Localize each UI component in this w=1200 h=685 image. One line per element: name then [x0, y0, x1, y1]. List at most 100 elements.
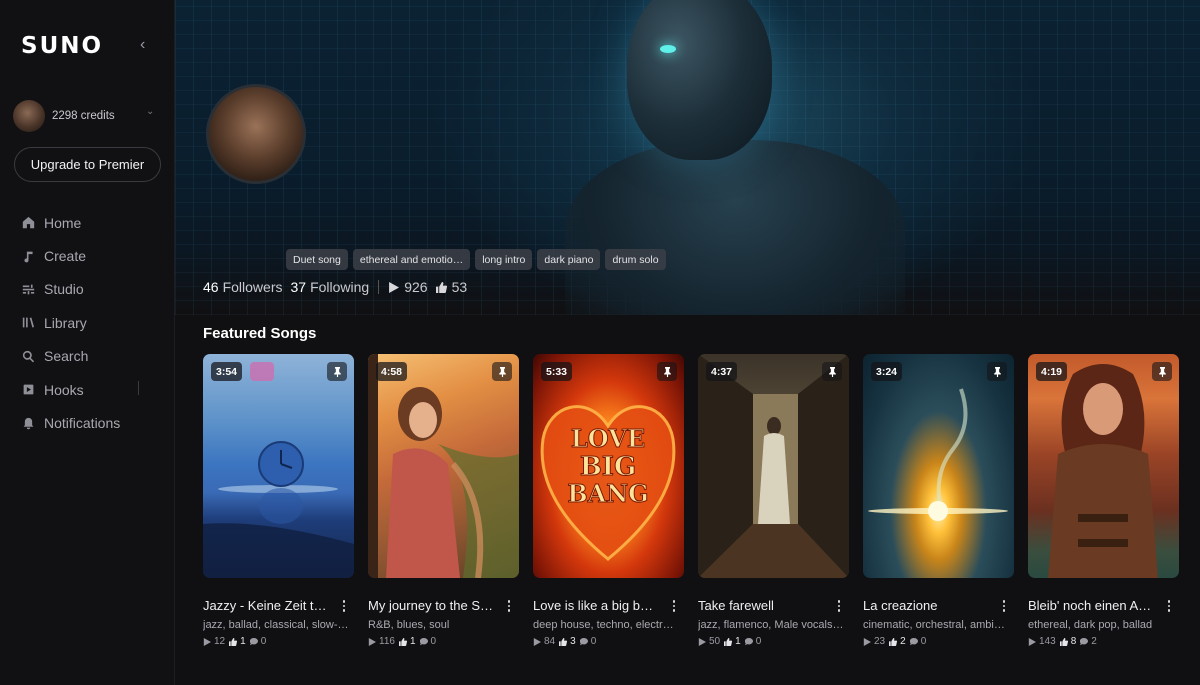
pin-icon[interactable] — [492, 362, 512, 381]
tag-chip[interactable]: long intro — [475, 249, 533, 270]
sidebar-item-create[interactable]: Create — [20, 239, 170, 272]
featured-songs-heading: Featured Songs — [203, 325, 317, 342]
chevron-down-icon: ⌄ — [146, 106, 155, 117]
followers-label[interactable]: Followers — [223, 279, 283, 295]
song-card[interactable]: 4:19 Bleib' noch einen A… ethereal, dark… — [1028, 354, 1179, 647]
following-label[interactable]: Following — [310, 279, 369, 295]
pin-icon[interactable] — [1152, 362, 1172, 381]
song-title[interactable]: La creazione — [863, 598, 988, 613]
sidebar-item-hooks[interactable]: Hooks — [20, 373, 170, 406]
cover-art-clock — [203, 441, 354, 578]
more-options-icon[interactable] — [338, 598, 350, 614]
song-title[interactable]: Love is like a big ba… — [533, 598, 658, 613]
song-title[interactable]: Take farewell — [698, 598, 823, 613]
plays-count: 926 — [404, 279, 428, 295]
upgrade-button[interactable]: Upgrade to Premier — [14, 147, 161, 182]
sidebar-item-notifications[interactable]: Notifications — [20, 406, 170, 439]
cover-text-line2: BIG — [580, 452, 636, 482]
more-options-icon[interactable] — [833, 598, 845, 614]
pin-icon[interactable] — [822, 362, 842, 381]
cover-text-line1: LOVE — [571, 424, 645, 453]
library-icon — [20, 315, 36, 331]
play-count: 12 — [214, 636, 226, 647]
more-options-icon[interactable] — [503, 598, 515, 614]
song-genre: deep house, techno, electr… — [533, 619, 674, 631]
thumbs-up-icon — [1059, 637, 1068, 646]
song-card[interactable]: 3:54 Jazzy - Keine Zeit t… jazz, ballad,… — [203, 354, 354, 647]
thumbs-up-icon — [724, 637, 733, 646]
thumbs-up-icon — [889, 637, 898, 646]
song-stats: 12 1 0 — [203, 636, 354, 647]
more-options-icon[interactable] — [998, 598, 1010, 614]
more-options-icon[interactable] — [668, 598, 680, 614]
thumbs-up-icon — [398, 637, 407, 646]
comment-icon — [419, 637, 428, 645]
bell-icon — [20, 415, 36, 431]
user-account-menu[interactable]: 2298 credits ⌄ — [13, 100, 163, 132]
play-icon — [533, 637, 541, 646]
comment-icon — [1080, 637, 1089, 645]
sidebar-item-home[interactable]: Home — [20, 206, 170, 239]
sidebar-item-label: Search — [44, 348, 89, 365]
play-count: 50 — [709, 636, 721, 647]
play-count: 116 — [379, 636, 395, 647]
song-card[interactable]: LOVE BIG BANG 5:33 Love is like a big ba… — [533, 354, 684, 647]
tag-chip[interactable]: Duet song — [286, 249, 348, 270]
sidebar-item-studio[interactable]: Studio — [20, 273, 170, 306]
sidebar-item-label: Studio — [44, 281, 84, 298]
tag-chip[interactable]: ethereal and emotio… — [352, 249, 471, 270]
song-card[interactable]: 3:24 La creazione cinematic, orchestral,… — [863, 354, 1014, 647]
banner-figure-head — [627, 0, 772, 160]
sidebar: SUNO ‹ 2298 credits ⌄ Upgrade to Premier… — [0, 0, 175, 685]
pin-icon[interactable] — [987, 362, 1007, 381]
song-stats: 116 1 0 — [368, 636, 519, 647]
play-icon — [698, 637, 706, 646]
banner-figure-body — [565, 140, 905, 315]
song-cover[interactable]: 4:19 — [1028, 354, 1179, 578]
likes-count: 53 — [451, 279, 468, 295]
song-stats: 143 8 2 — [1028, 636, 1179, 647]
pin-icon[interactable] — [657, 362, 677, 381]
sidebar-item-search[interactable]: Search — [20, 340, 170, 373]
song-genre: jazz, flamenco, Male vocals,… — [698, 619, 846, 631]
song-cover[interactable]: 3:24 — [863, 354, 1014, 578]
song-card[interactable]: 4:37 Take farewell jazz, flamenco, Male … — [698, 354, 849, 647]
song-genre: ethereal, dark pop, ballad — [1028, 619, 1153, 631]
profile-avatar[interactable] — [206, 84, 306, 184]
followers-count[interactable]: 46 — [203, 279, 219, 295]
home-icon — [20, 215, 36, 231]
play-icon — [368, 637, 376, 646]
suno-logo[interactable]: SUNO — [21, 33, 103, 59]
duration-badge: 3:54 — [211, 362, 243, 381]
search-icon — [20, 348, 36, 364]
song-cover[interactable]: 4:37 — [698, 354, 849, 578]
play-count: 84 — [544, 636, 556, 647]
tag-chip[interactable]: dark piano — [537, 249, 601, 270]
like-count: 3 — [570, 636, 576, 647]
music-note-icon — [20, 248, 36, 264]
sidebar-item-library[interactable]: Library — [20, 306, 170, 339]
song-cover[interactable]: 3:54 — [203, 354, 354, 578]
song-card[interactable]: 4:58 My journey to the S… R&B, blues, so… — [368, 354, 519, 647]
duration-badge: 5:33 — [541, 362, 573, 381]
song-title[interactable]: Bleib' noch einen A… — [1028, 598, 1153, 613]
duration-badge: 4:58 — [376, 362, 408, 381]
song-cover[interactable]: 4:58 — [368, 354, 519, 578]
pin-icon[interactable] — [327, 362, 347, 381]
divider — [138, 381, 139, 395]
like-count: 1 — [735, 636, 741, 647]
banner-eye-glow — [660, 45, 676, 53]
duration-badge: 3:24 — [871, 362, 903, 381]
song-cover[interactable]: LOVE BIG BANG 5:33 — [533, 354, 684, 578]
comment-count: 2 — [1091, 636, 1097, 647]
collapse-sidebar-icon[interactable]: ‹ — [140, 36, 145, 54]
following-count[interactable]: 37 — [290, 279, 306, 295]
song-title[interactable]: Jazzy - Keine Zeit t… — [203, 598, 328, 613]
comment-count: 0 — [430, 636, 437, 647]
tag-chip[interactable]: drum solo — [605, 249, 666, 270]
profile-stats: 46 Followers 37 Following 926 53 — [203, 279, 467, 295]
comment-icon — [909, 637, 918, 645]
thumbs-up-icon — [435, 281, 447, 293]
more-options-icon[interactable] — [1163, 598, 1175, 614]
song-title[interactable]: My journey to the S… — [368, 598, 493, 613]
